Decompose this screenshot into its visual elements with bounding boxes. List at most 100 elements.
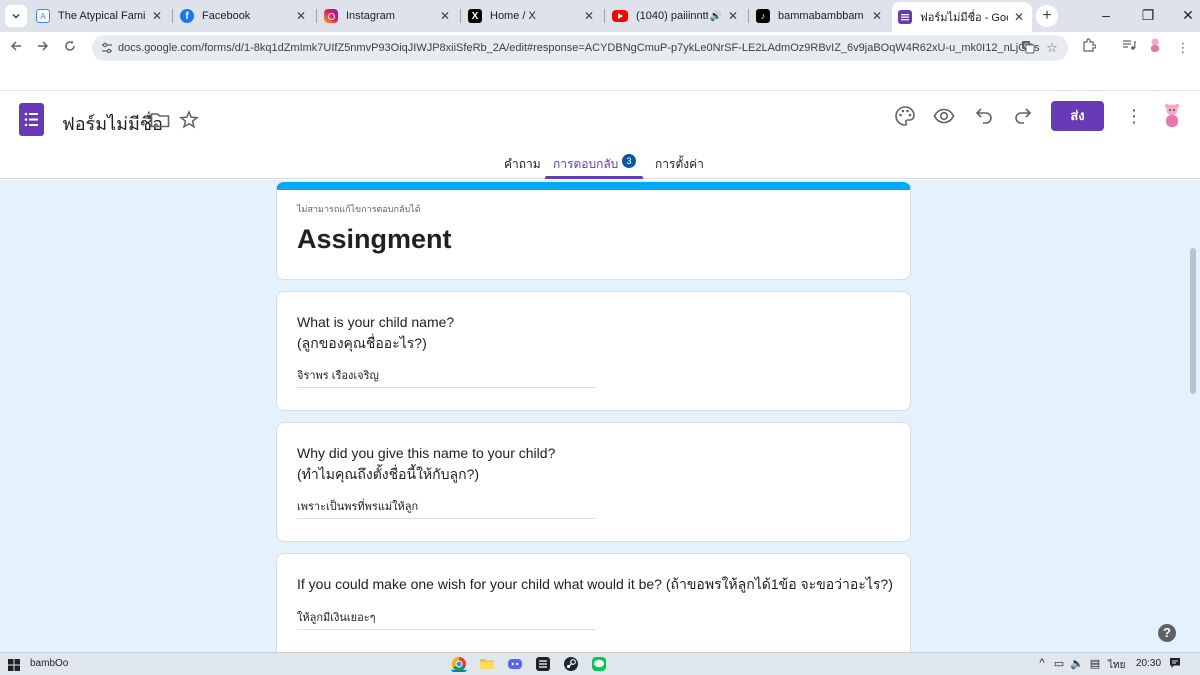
tab-questions[interactable]: คำถาม: [504, 155, 541, 174]
question-card: If you could make one wish for your chil…: [276, 553, 911, 652]
avatar[interactable]: [1160, 103, 1184, 129]
close-icon[interactable]: ✕: [150, 9, 164, 23]
form-tabs: คำถาม การตอบกลับ 3 การตั้งค่า: [0, 151, 1200, 179]
form-title-card: ไม่สามารถแก้ไขการตอบกลับได้ Assingment: [276, 182, 911, 280]
scrollbar[interactable]: [1190, 248, 1196, 394]
more-options-icon[interactable]: ⋮: [1122, 105, 1146, 129]
preview-eye-icon[interactable]: [933, 105, 957, 129]
tab-label: ฟอร์มไม่มีชื่อ - Google: [920, 12, 1008, 24]
x-icon: X: [468, 9, 482, 23]
question-card: Why did you give this name to your child…: [276, 422, 911, 542]
cannot-edit-note: ไม่สามารถแก้ไขการตอบกลับได้: [297, 204, 421, 214]
browser-menu-icon[interactable]: ⋮: [1172, 37, 1194, 59]
minimize-button[interactable]: –: [1094, 4, 1118, 26]
form-doc-title[interactable]: ฟอร์มไม่มีชื่อ: [62, 109, 163, 138]
forward-button[interactable]: [32, 37, 54, 59]
question-text-th: (ทำไมคุณถึงตั้งชื่อนี้ให้กับลูก?): [297, 466, 480, 482]
volume-icon[interactable]: 🔈: [1070, 657, 1084, 670]
close-icon[interactable]: ✕: [1012, 10, 1026, 24]
svg-text:G: G: [1024, 43, 1029, 50]
windows-start-icon[interactable]: [8, 658, 20, 671]
back-button[interactable]: [5, 37, 27, 59]
question-text: If you could make one wish for your chil…: [297, 576, 893, 592]
network-icon[interactable]: ▤: [1088, 657, 1102, 670]
undo-icon[interactable]: [974, 105, 998, 129]
speaker-icon[interactable]: 🔊: [710, 11, 722, 22]
discord-icon[interactable]: [507, 656, 523, 672]
close-icon[interactable]: ✕: [870, 9, 884, 23]
tab-divider: [460, 9, 461, 23]
chrome-icon[interactable]: [451, 656, 467, 672]
tab-google-forms[interactable]: ฟอร์มไม่มีชื่อ - Google ✕: [892, 2, 1032, 32]
tab-label: Facebook: [202, 10, 251, 22]
redo-icon[interactable]: [1013, 105, 1037, 129]
tab-youtube[interactable]: (1040) paiiinntt x L 🔊 ✕: [606, 4, 746, 28]
translate-icon[interactable]: G: [1020, 40, 1036, 56]
forms-icon: [898, 10, 912, 24]
chevron-up-icon[interactable]: ^: [1035, 657, 1049, 669]
clock[interactable]: 20:30: [1136, 658, 1161, 669]
taskbar-user-label[interactable]: bambOo: [30, 658, 68, 669]
file-explorer-icon[interactable]: [479, 656, 495, 672]
docs-icon: A: [36, 9, 50, 23]
answer-text: จิราพร เรืองเจริญ: [297, 366, 595, 388]
tab-atypical-family[interactable]: A The Atypical Family EP ✕: [30, 4, 170, 28]
question-card: What is your child name? (ลูกของคุณชื่ออ…: [276, 291, 911, 411]
meet-now-icon[interactable]: ▭: [1052, 657, 1066, 670]
palette-icon[interactable]: [894, 105, 918, 129]
question-label: If you could make one wish for your chil…: [297, 574, 893, 595]
tab-label: bammabambbam (@b: [778, 10, 866, 22]
new-tab-button[interactable]: +: [1036, 5, 1058, 27]
browser-toolbar: docs.google.com/forms/d/1-8kq1dZmImk7UIf…: [0, 32, 1200, 64]
tab-responses[interactable]: การตอบกลับ: [553, 155, 618, 174]
profile-avatar[interactable]: [1144, 37, 1166, 59]
reload-button[interactable]: [59, 37, 81, 59]
answer-text: เพราะเป็นพรที่พรแม่ให้ลูก: [297, 497, 595, 519]
input-language[interactable]: ไทย: [1108, 658, 1125, 673]
question-label: Why did you give this name to your child…: [297, 443, 555, 485]
tiktok-icon: ♪: [756, 9, 770, 23]
instagram-icon: [324, 9, 338, 23]
steam-icon[interactable]: [563, 656, 579, 672]
question-text-th: (ลูกของคุณชื่ออะไร?): [297, 335, 427, 351]
tab-facebook[interactable]: f Facebook ✕: [174, 4, 314, 28]
folder-icon[interactable]: [150, 111, 174, 135]
close-icon[interactable]: ✕: [582, 9, 596, 23]
facebook-icon: f: [180, 9, 194, 23]
star-icon[interactable]: [178, 110, 203, 134]
active-tab-indicator: [545, 176, 643, 179]
send-button[interactable]: ส่ง: [1051, 101, 1104, 131]
tab-label: Home / X: [490, 10, 536, 22]
url-text: docs.google.com/forms/d/1-8kq1dZmImk7UIf…: [118, 42, 1040, 54]
window-close-button[interactable]: ✕: [1176, 4, 1200, 26]
tab-search-button[interactable]: [5, 5, 27, 27]
forms-header: ฟอร์มไม่มีชื่อ ส่ง ⋮ คำถาม การตอบกลับ 3 …: [0, 90, 1200, 179]
tab-tiktok[interactable]: ♪ bammabambbam (@b ✕: [750, 4, 890, 28]
address-bar[interactable]: docs.google.com/forms/d/1-8kq1dZmImk7UIf…: [92, 35, 1068, 61]
form-response-area: ไม่สามารถแก้ไขการตอบกลับได้ Assingment W…: [0, 180, 1200, 652]
close-icon[interactable]: ✕: [438, 9, 452, 23]
close-icon[interactable]: ✕: [726, 9, 740, 23]
tab-instagram[interactable]: Instagram ✕: [318, 4, 458, 28]
tab-settings[interactable]: การตั้งค่า: [655, 155, 704, 174]
tab-label: The Atypical Family EP: [58, 10, 146, 22]
tab-divider: [604, 9, 605, 23]
help-icon[interactable]: ?: [1158, 624, 1176, 642]
notification-icon[interactable]: [1168, 657, 1182, 672]
restore-button[interactable]: ❐: [1136, 4, 1160, 26]
google-forms-logo[interactable]: [19, 103, 44, 136]
tab-divider: [172, 9, 173, 23]
tab-divider: [748, 9, 749, 23]
tab-x[interactable]: X Home / X ✕: [462, 4, 602, 28]
line-icon[interactable]: [591, 656, 607, 672]
capcut-icon[interactable]: [535, 656, 551, 672]
tab-label: Instagram: [346, 10, 395, 22]
media-controls-icon[interactable]: [1118, 37, 1140, 59]
taskbar: bambOo ^ ▭ 🔈 ▤ ไทย 20:30: [0, 652, 1200, 675]
answer-text: ให้ลูกมีเงินเยอะๆ: [297, 608, 595, 630]
site-settings-icon[interactable]: [100, 41, 114, 55]
bookmark-star-icon[interactable]: ☆: [1044, 40, 1060, 56]
reload-icon: [65, 40, 75, 51]
extensions-icon[interactable]: [1078, 37, 1100, 59]
close-icon[interactable]: ✕: [294, 9, 308, 23]
